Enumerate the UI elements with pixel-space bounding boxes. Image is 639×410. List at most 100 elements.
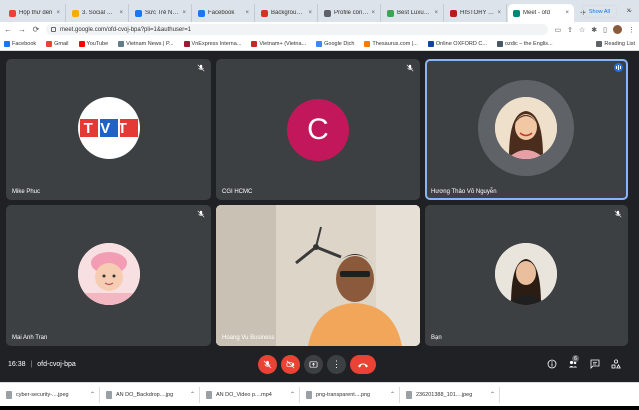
leave-call-button[interactable] [350, 355, 376, 374]
baby-photo-avatar [78, 243, 140, 305]
tab-favicon-icon [513, 9, 520, 17]
bookmark-label: Facebook [12, 40, 37, 47]
bookmark-item[interactable]: Gmail [46, 40, 69, 47]
chat-button[interactable] [588, 357, 602, 371]
reading-list-button[interactable]: Reading List [596, 40, 635, 47]
activities-button[interactable] [609, 357, 623, 371]
bookmark-item[interactable]: Vietnam News | P... [118, 40, 174, 47]
bookmark-item[interactable]: Vietnam+ (Vietna... [251, 40, 307, 47]
more-options-button[interactable]: ⋮ [327, 355, 346, 374]
mic-off-icon [614, 210, 622, 218]
url-field[interactable]: meet.google.com/ofd-cvoj-bpa?pli=1&authu… [46, 24, 549, 35]
browser-tab[interactable]: Facebook × [193, 4, 255, 22]
browser-tab[interactable]: Background P × [256, 4, 318, 22]
participant-tile-active-speaker[interactable]: Hương Thảo Võ Nguyễn [425, 59, 628, 200]
tab-close-icon[interactable]: × [308, 10, 312, 16]
download-item[interactable]: png-transparent....png ⌃ [306, 386, 400, 403]
chevron-up-icon[interactable]: ⌃ [490, 391, 495, 398]
bookmark-label: Online OXFORD C... [435, 40, 487, 47]
show-all-downloads-button[interactable]: Show All [581, 5, 617, 18]
tab-close-icon[interactable]: × [56, 10, 60, 16]
browser-tab[interactable]: Hộp thư đến × [4, 4, 66, 22]
back-icon[interactable]: ← [4, 25, 12, 34]
participant-tile[interactable]: C CGI HCMC [216, 59, 420, 200]
tab-favicon-icon [450, 9, 457, 17]
download-filename: AN DO_Backdrop....jpg [116, 391, 174, 398]
participant-tile[interactable]: TVT Mike Phuc [6, 59, 211, 200]
participant-name: Hoang Vu Business [222, 335, 275, 341]
bookmark-label: Thesaurus.com |... [372, 40, 418, 47]
meeting-code: ofd-cvoj-bpa [37, 361, 76, 368]
extensions-icon[interactable]: ✱ [591, 26, 597, 34]
bookmark-favicon-icon [427, 40, 434, 47]
mic-off-icon [197, 210, 205, 218]
download-item[interactable]: AN DO_Video p....mp4 ⌃ [206, 386, 300, 403]
bookmark-star-icon[interactable]: ☆ [579, 26, 585, 34]
tab-close-icon[interactable]: × [119, 10, 123, 16]
browser-tab[interactable]: HISTORY OF S× [445, 4, 507, 22]
camera-feed [216, 205, 420, 346]
bookmark-item[interactable]: Thesaurus.com |... [364, 40, 418, 47]
camera-permission-icon[interactable]: ▭ [554, 26, 561, 34]
share-icon[interactable]: ⇪ [567, 26, 573, 34]
download-item[interactable]: 236201388_101....jpeg ⌃ [406, 386, 500, 403]
bookmark-item[interactable]: Facebook [4, 40, 37, 47]
tab-title: Background P [271, 10, 306, 16]
bookmark-favicon-icon [316, 40, 323, 47]
bookmark-item[interactable]: Online OXFORD C... [427, 40, 487, 47]
url-text: meet.google.com/ofd-cvoj-bpa?pli=1&authu… [60, 26, 192, 33]
participant-video-tile[interactable]: Hoang Vu Business [216, 205, 420, 346]
close-downloads-icon[interactable]: × [626, 6, 631, 15]
tab-close-icon[interactable]: × [371, 10, 375, 16]
chevron-up-icon[interactable]: ⌃ [90, 391, 95, 398]
bookmark-item[interactable]: ozdic – the Englis... [496, 40, 553, 47]
activities-icon [611, 359, 621, 369]
menu-kebab-icon[interactable]: ⋮ [628, 26, 635, 34]
tab-close-icon[interactable]: × [434, 10, 438, 16]
tab-close-icon[interactable]: × [497, 10, 501, 16]
file-icon [206, 390, 212, 399]
download-filename: AN DO_Video p....mp4 [216, 391, 272, 398]
meeting-separator: | [30, 361, 33, 368]
camera-toggle-button[interactable] [281, 355, 300, 374]
browser-tab[interactable]: 3. Social Secu× [67, 4, 129, 22]
chevron-up-icon[interactable]: ⌃ [190, 391, 195, 398]
download-item[interactable]: cyber-security-....jpeg ⌃ [6, 386, 100, 403]
bookmark-favicon-icon [4, 40, 10, 47]
participant-tile-self[interactable]: Bạn [425, 205, 628, 346]
forward-icon[interactable]: → [18, 25, 26, 34]
bookmark-item[interactable]: Google Dịch [316, 40, 354, 47]
sidebar-icon[interactable]: ▯ [603, 26, 607, 34]
browser-tab[interactable]: Best Luxury V × [382, 4, 444, 22]
chevron-up-icon[interactable]: ⌃ [290, 391, 295, 398]
chevron-up-icon[interactable]: ⌃ [390, 391, 395, 398]
bookmark-label: Vietnam+ (Vietna... [259, 40, 307, 47]
screen-bottom-edge [0, 406, 639, 410]
bookmark-item[interactable]: VnExpress Interna... [183, 40, 241, 47]
meeting-details-button[interactable] [545, 357, 559, 371]
tab-favicon-icon [9, 9, 16, 17]
hang-up-icon [358, 363, 368, 367]
download-item[interactable]: AN DO_Backdrop....jpg ⌃ [106, 386, 200, 403]
mic-off-icon [406, 64, 414, 72]
reload-icon[interactable]: ⟳ [32, 25, 40, 34]
browser-tab[interactable]: Sức Trẻ Nhân × [130, 4, 192, 22]
tab-close-icon[interactable]: × [245, 10, 249, 16]
participant-name: Bạn [431, 335, 442, 341]
mic-toggle-button[interactable] [258, 355, 277, 374]
present-screen-button[interactable] [304, 355, 323, 374]
people-button[interactable]: 6 [566, 355, 580, 371]
present-screen-icon [309, 361, 318, 368]
letter-avatar: C [287, 99, 349, 161]
tab-favicon-icon [198, 9, 205, 17]
tab-close-icon[interactable]: × [182, 10, 186, 16]
file-icon [306, 390, 312, 399]
tab-close-icon[interactable]: × [565, 10, 569, 16]
reading-list-label: Reading List [604, 40, 635, 47]
reading-list-icon [596, 40, 603, 47]
bookmark-item[interactable]: YouTube [78, 40, 108, 47]
participant-tile[interactable]: Mai Anh Tran [6, 205, 211, 346]
browser-tab[interactable]: Profile công ty × [319, 4, 381, 22]
browser-tab[interactable]: Meet - ofd × [508, 4, 574, 22]
profile-avatar[interactable] [613, 25, 622, 34]
